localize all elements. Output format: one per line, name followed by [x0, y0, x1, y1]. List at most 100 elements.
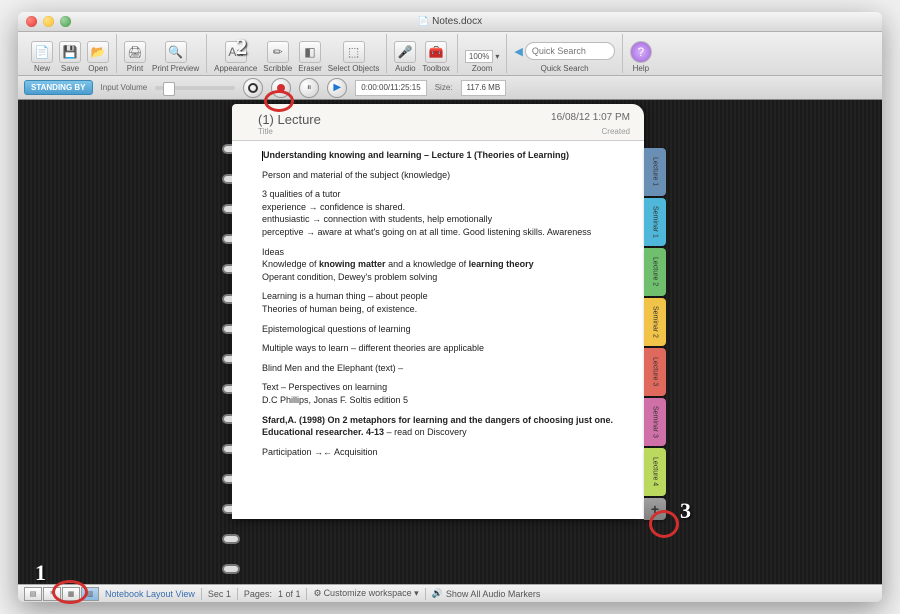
play-button[interactable]: ▶ — [327, 78, 347, 98]
appearance-button[interactable]: AaAppearance — [211, 41, 260, 73]
tab-lecture-3[interactable]: Lecture 3 — [644, 348, 666, 396]
appearance-icon: Aa — [225, 41, 247, 63]
input-volume-label: Input Volume — [101, 83, 148, 92]
volume-slider[interactable] — [155, 86, 235, 90]
statusbar: ▤ ≡ ▦ ▥ Notebook Layout View Sec 1 Pages… — [18, 584, 882, 602]
section-indicator: Sec 1 — [208, 589, 231, 599]
title-caption: Title — [258, 127, 273, 136]
record-icon — [277, 84, 285, 92]
standby-badge: STANDING BY — [24, 80, 93, 95]
tab-seminar-2[interactable]: Seminar 2 — [644, 298, 666, 346]
size-display: 117.6 MB — [461, 80, 507, 96]
window-title: Notes.docx — [18, 16, 882, 27]
new-button[interactable]: 📄New — [28, 41, 56, 73]
show-audio-markers-button[interactable]: 🔊 Show All Audio Markers — [432, 588, 541, 599]
body-text: Operant condition, Dewey's problem solvi… — [262, 272, 437, 282]
help-button[interactable]: ? Help — [627, 41, 655, 73]
gear-icon: ⚙ — [313, 588, 321, 599]
quicksearch-group: ◀ Quick Search — [507, 34, 622, 73]
notebook-view-button[interactable]: ▥ — [81, 587, 99, 601]
main-toolbar: 📄New💾Save📂Open 🖨Print🔍Print Preview AaAp… — [18, 32, 882, 76]
print-preview-icon: 🔍 — [165, 41, 187, 63]
note-title[interactable]: (1) Lecture — [258, 112, 321, 127]
body-text: Epistemological questions of learning — [262, 323, 630, 336]
toolbox-icon: 🧰 — [425, 41, 447, 63]
pages-value: 1 of 1 — [278, 589, 301, 599]
audio-icon: 🎤 — [394, 41, 416, 63]
toolbox-button[interactable]: 🧰Toolbox — [419, 41, 453, 73]
stop-record-button[interactable] — [243, 78, 263, 98]
new-icon: 📄 — [31, 41, 53, 63]
notebook-page[interactable]: (1) Lecture 16/08/12 1:07 PM Title Creat… — [232, 104, 644, 519]
help-group: ? Help — [623, 34, 659, 73]
add-tab-button[interactable]: + — [644, 498, 666, 520]
draft-view-button[interactable]: ▤ — [24, 587, 42, 601]
notebook-body[interactable]: Understanding knowing and learning – Lec… — [232, 141, 644, 519]
body-text: Multiple ways to learn – different theor… — [262, 342, 630, 355]
time-display: 0:00:00/11:25:15 — [355, 80, 426, 96]
view-buttons: ▤ ≡ ▦ ▥ — [24, 587, 99, 601]
scribble-button[interactable]: ✏Scribble — [260, 41, 295, 73]
scribble-icon: ✏ — [267, 41, 289, 63]
tab-lecture-2[interactable]: Lecture 2 — [644, 248, 666, 296]
dropdown-icon[interactable]: ▾ — [495, 52, 499, 61]
app-window: Notes.docx 📄New💾Save📂Open 🖨Print🔍Print P… — [18, 12, 882, 602]
date-caption: Created — [602, 127, 630, 136]
body-text: Person and material of the subject (know… — [262, 169, 630, 182]
stop-icon — [248, 83, 258, 93]
help-icon: ? — [630, 41, 652, 63]
pause-icon: ⏸ — [307, 82, 312, 93]
open-button[interactable]: 📂Open — [84, 41, 112, 73]
workspace: (1) Lecture 16/08/12 1:07 PM Title Creat… — [18, 100, 882, 584]
eraser-icon: ◧ — [299, 41, 321, 63]
plus-icon: + — [651, 501, 659, 517]
body-text: Knowledge of — [262, 259, 319, 269]
zoom-value[interactable]: 100% — [465, 50, 493, 63]
body-text: perceptive → aware at what's going on at… — [262, 227, 591, 237]
customize-workspace-button[interactable]: ⚙ Customize workspace ▾ — [313, 588, 418, 599]
quicksearch-input[interactable] — [525, 42, 615, 60]
titlebar: Notes.docx — [18, 12, 882, 32]
speaker-icon: 🔊 — [432, 588, 443, 599]
tab-lecture-1[interactable]: Lecture 1 — [644, 148, 666, 196]
zoom-dropdown: 100% ▾ Zoom — [462, 50, 502, 73]
open-icon: 📂 — [87, 41, 109, 63]
print-preview-button[interactable]: 🔍Print Preview — [149, 41, 202, 73]
body-text: Theories of human being, of existence. — [262, 304, 417, 314]
select-objects-button[interactable]: ⬚Select Objects — [325, 41, 383, 73]
body-text: experience → confidence is shared. — [262, 202, 405, 212]
body-text: Learning is a human thing – about people — [262, 291, 428, 301]
body-heading: Understanding knowing and learning – Lec… — [263, 150, 569, 160]
pages-label: Pages: — [244, 589, 272, 599]
back-icon[interactable]: ◀ — [514, 45, 522, 58]
notebook-header: (1) Lecture 16/08/12 1:07 PM Title Creat… — [232, 104, 644, 141]
body-text: D.C Phillips, Jonas F. Soltis edition 5 — [262, 395, 408, 405]
select-objects-icon: ⬚ — [343, 41, 365, 63]
note-date: 16/08/12 1:07 PM — [551, 112, 630, 127]
audio-toolbar: STANDING BY Input Volume ⏸ ▶ 0:00:00/11:… — [18, 76, 882, 100]
body-text: enthusiastic → connection with students,… — [262, 214, 492, 224]
pause-button[interactable]: ⏸ — [299, 78, 319, 98]
body-text: Participation →← Acquisition — [262, 446, 630, 459]
tab-lecture-4[interactable]: Lecture 4 — [644, 448, 666, 496]
print-button[interactable]: 🖨Print — [121, 41, 149, 73]
print-icon: 🖨 — [124, 41, 146, 63]
save-icon: 💾 — [59, 41, 81, 63]
outline-view-button[interactable]: ≡ — [43, 587, 61, 601]
record-button[interactable] — [271, 78, 291, 98]
body-text: Blind Men and the Elephant (text) – — [262, 362, 630, 375]
zoom-group[interactable]: 100% ▾ Zoom — [458, 34, 507, 73]
body-text: 3 qualities of a tutor — [262, 189, 341, 199]
play-icon: ▶ — [333, 82, 341, 93]
body-text: Text – Perspectives on learning — [262, 382, 387, 392]
print-view-button[interactable]: ▦ — [62, 587, 80, 601]
size-label: Size: — [435, 83, 453, 92]
tab-seminar-3[interactable]: Seminar 3 — [644, 398, 666, 446]
body-text: Ideas — [262, 247, 284, 257]
view-label: Notebook Layout View — [105, 589, 195, 599]
eraser-button[interactable]: ◧Eraser — [295, 41, 325, 73]
save-button[interactable]: 💾Save — [56, 41, 84, 73]
audio-button[interactable]: 🎤Audio — [391, 41, 419, 73]
section-tabs: Lecture 1Seminar 1Lecture 2Seminar 2Lect… — [644, 148, 666, 520]
tab-seminar-1[interactable]: Seminar 1 — [644, 198, 666, 246]
